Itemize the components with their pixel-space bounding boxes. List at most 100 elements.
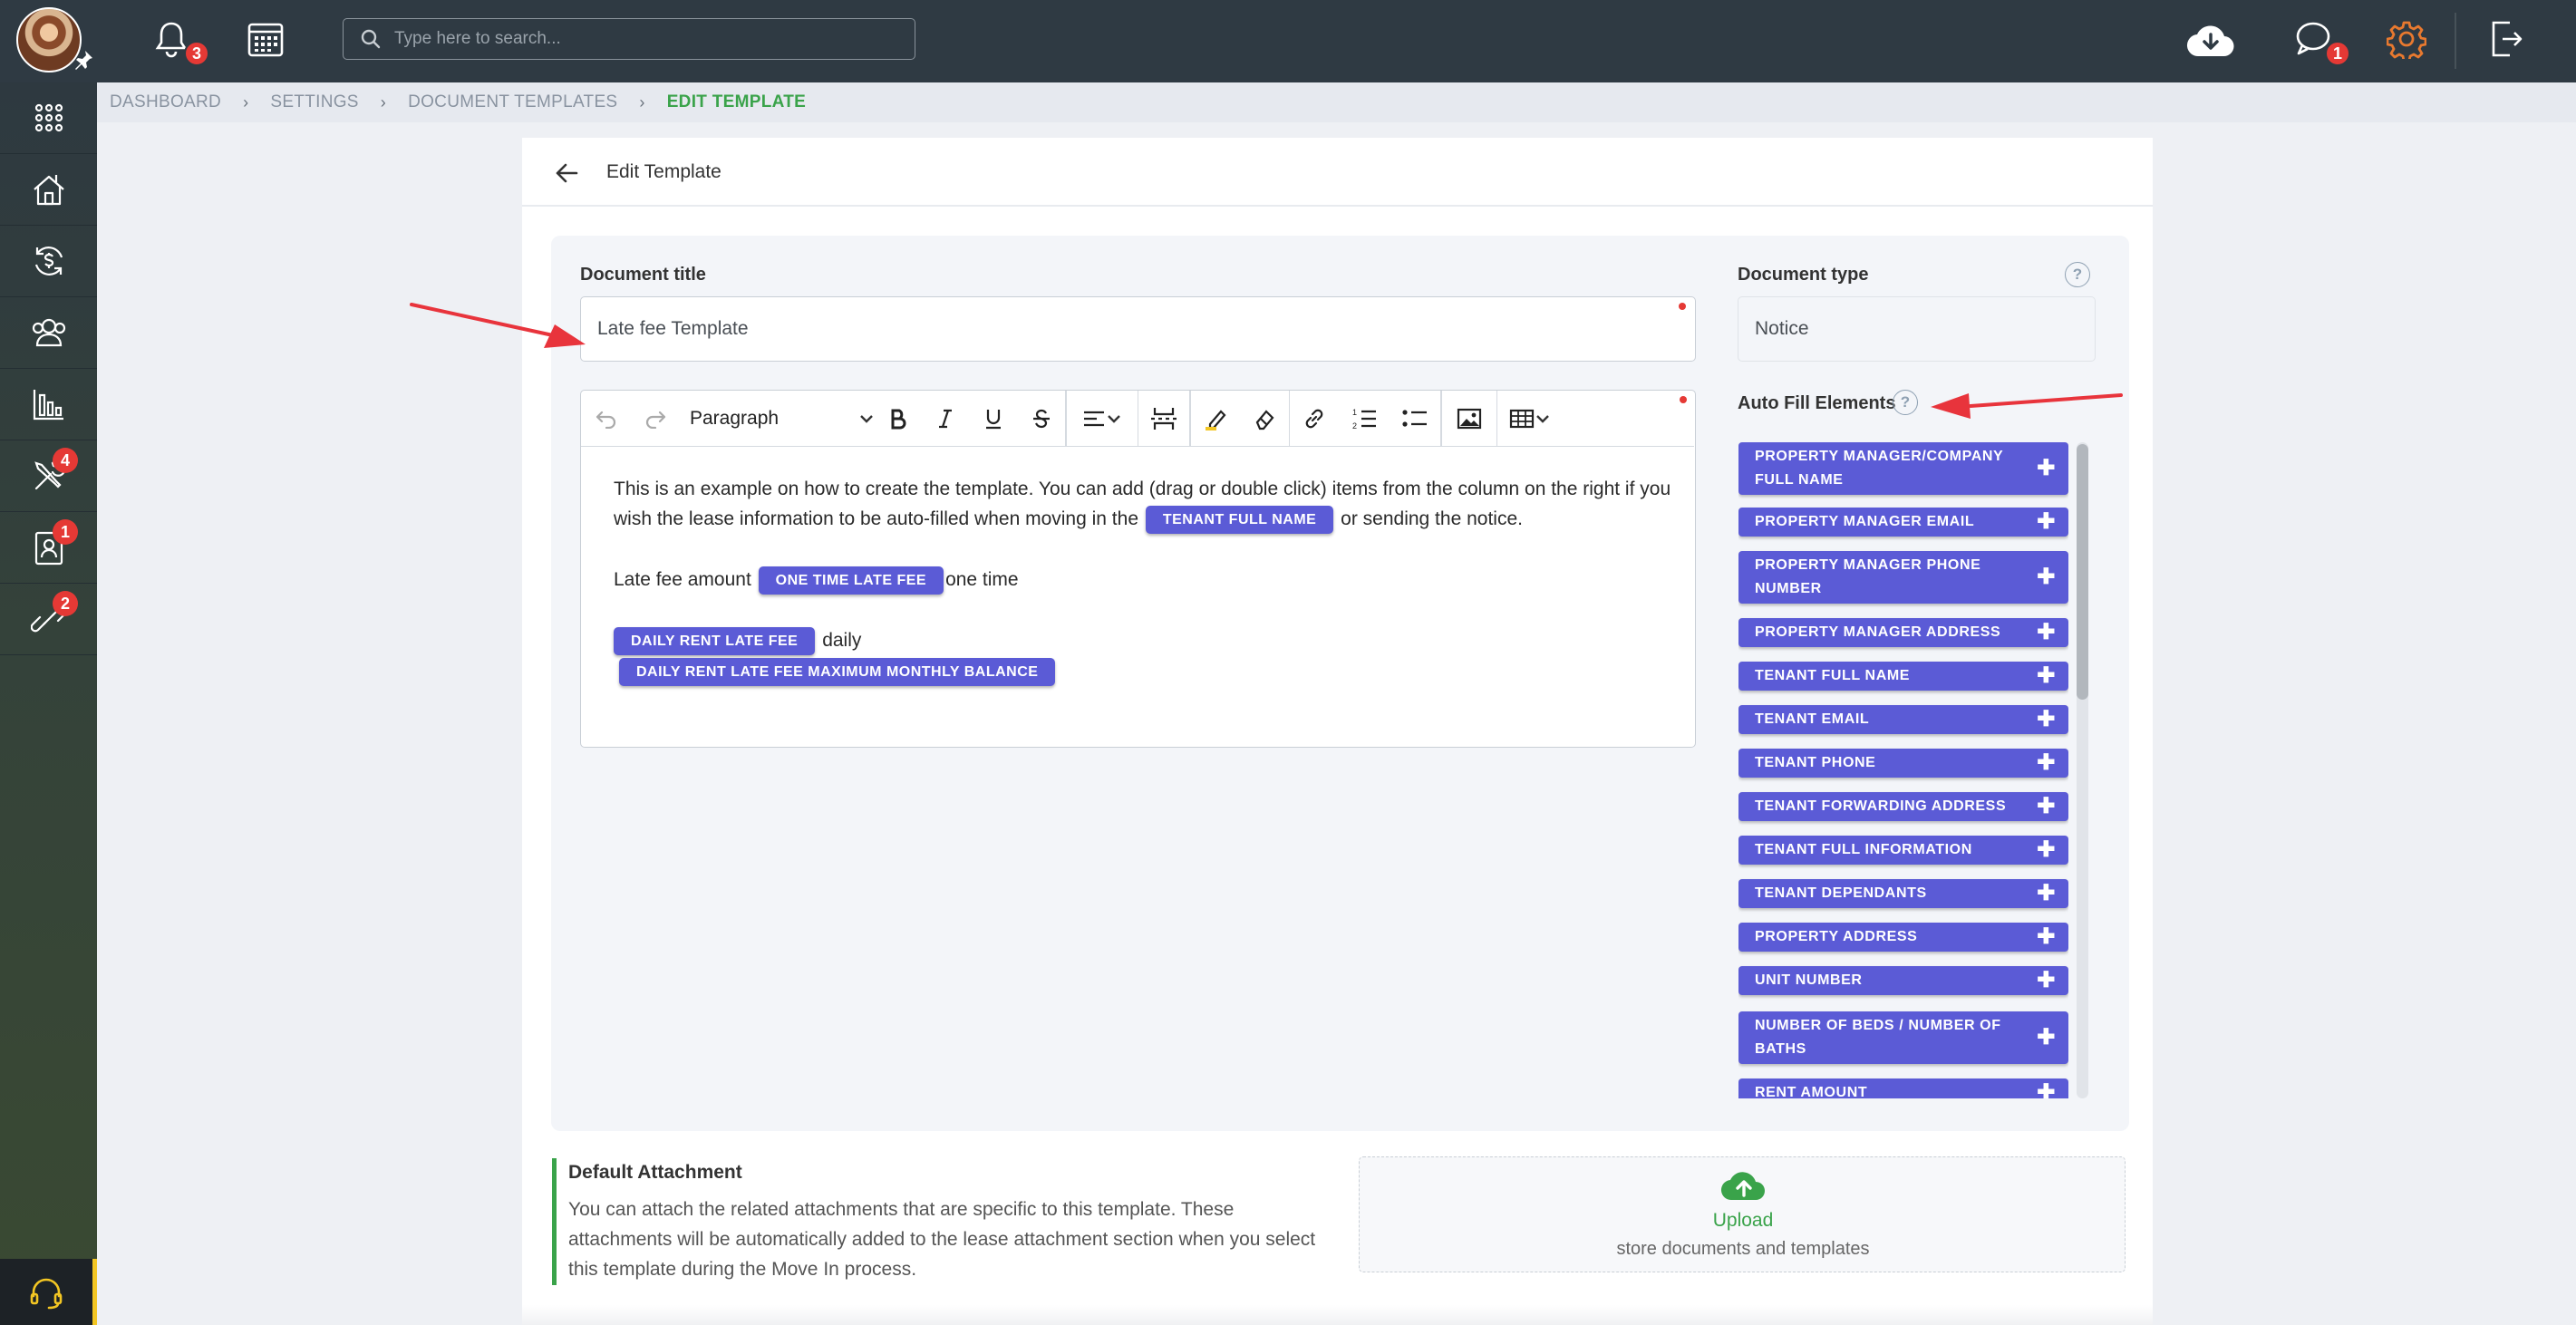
sidebar-item-applicants[interactable]: 1 [0,512,97,584]
search-input[interactable] [394,29,902,49]
sidebar-item-maintenance[interactable]: 4 [0,440,97,512]
sidebar-item-integrations[interactable]: 2 [0,584,97,655]
autofill-scrollbar[interactable] [2077,442,2088,1098]
autofill-element[interactable]: PROPERTY MANAGER/COMPANY FULL NAME ✚ [1738,442,2068,495]
cloud-download-icon[interactable] [2184,18,2237,63]
autofill-element[interactable]: UNIT NUMBER ✚ [1738,966,2068,995]
highlight-icon[interactable] [1191,391,1240,447]
required-indicator [1680,396,1687,403]
document-type-value: Notice [1755,318,1809,339]
autofill-element[interactable]: TENANT DEPENDANTS ✚ [1738,879,2068,908]
breadcrumb-dashboard[interactable]: DASHBOARD [110,92,221,112]
breadcrumb-document-templates[interactable]: DOCUMENT TEMPLATES [408,92,617,112]
editor-paragraph: DAILY RENT LATE FEE daily [614,625,1674,655]
pin-icon[interactable] [73,49,94,71]
italic-icon[interactable] [922,391,969,447]
chevron-down-icon [1107,414,1120,423]
annotation-arrow-icon [410,303,586,348]
drag-move-icon: ✚ [2037,663,2056,688]
autofill-element-label: TENANT EMAIL [1755,711,1870,727]
underline-icon[interactable] [969,391,1018,447]
bold-icon[interactable] [875,391,922,447]
autofill-elements-label: Auto Fill Elements [1738,393,1896,413]
support-button[interactable] [0,1259,97,1325]
align-select[interactable] [1067,391,1138,447]
paragraph-style-value: Paragraph [690,407,780,429]
insert-image-icon[interactable] [1442,391,1496,447]
table-icon [1509,408,1535,430]
scrollbar-thumb[interactable] [2077,444,2088,700]
page-break-icon[interactable] [1138,391,1189,447]
editor-toolbar: Paragraph 1 2 [581,390,1694,447]
rich-text-editor[interactable]: Paragraph 1 2 This is an example on how … [580,390,1696,748]
paragraph-text: Late fee amount [614,569,751,590]
apps-grid-icon [34,102,64,133]
placeholder-chip[interactable]: TENANT FULL NAME [1145,505,1334,534]
placeholder-chip[interactable]: ONE TIME LATE FEE [758,566,944,595]
upload-dropzone[interactable]: Upload store documents and templates [1359,1156,2126,1272]
numbered-list-icon[interactable]: 12 [1339,391,1390,447]
calendar-icon[interactable] [243,16,288,62]
strikethrough-icon[interactable] [1018,391,1065,447]
search-icon [360,28,382,50]
breadcrumb-settings[interactable]: SETTINGS [270,92,358,112]
drag-move-icon: ✚ [2037,794,2056,818]
autofill-element[interactable]: TENANT FORWARDING ADDRESS ✚ [1738,792,2068,821]
autofill-element[interactable]: TENANT PHONE ✚ [1738,749,2068,778]
bullet-list-icon[interactable] [1390,391,1440,447]
required-indicator [1679,303,1686,310]
document-type-field: Notice [1738,296,2096,362]
autofill-element[interactable]: RENT AMOUNT ✚ [1738,1078,2068,1098]
sidebar-item-contacts[interactable] [0,297,97,369]
logout-icon[interactable] [2484,16,2529,62]
drag-move-icon: ✚ [2037,456,2056,480]
autofill-element-label: TENANT FORWARDING ADDRESS [1755,798,2007,814]
autofill-element-label: TENANT FULL NAME [1755,668,1911,683]
link-icon[interactable] [1290,391,1339,447]
undo-icon[interactable] [581,391,632,447]
document-title-input[interactable] [597,318,1585,340]
placeholder-chip[interactable]: DAILY RENT LATE FEE MAXIMUM MONTHLY BALA… [619,657,1056,686]
autofill-element-label: PROPERTY ADDRESS [1755,929,1918,944]
sidebar-item-reports[interactable] [0,369,97,440]
drag-move-icon: ✚ [2037,509,2056,534]
autofill-element[interactable]: PROPERTY ADDRESS ✚ [1738,923,2068,952]
card-bottom-edge [522,1305,2153,1325]
autofill-element-label: TENANT DEPENDANTS [1755,885,1927,901]
editor-paragraph: This is an example on how to create the … [614,474,1674,534]
editor-paragraph: Late fee amount ONE TIME LATE FEE one tim… [614,565,1674,595]
svg-text:2: 2 [1352,421,1357,430]
editor-content[interactable]: This is an example on how to create the … [614,474,1674,686]
redo-icon[interactable] [632,391,679,447]
breadcrumb-bar: DASHBOARD › SETTINGS › DOCUMENT TEMPLATE… [97,82,2576,122]
contacts-icon [30,314,68,351]
back-arrow-icon[interactable] [553,160,580,187]
chevron-right-icon: › [639,92,645,111]
integrations-badge: 2 [53,591,78,616]
autofill-element[interactable]: NUMBER OF BEDS / NUMBER OF BATHS ✚ [1738,1011,2068,1064]
paragraph-style-select[interactable]: Paragraph [679,391,875,447]
autofill-element[interactable]: TENANT EMAIL ✚ [1738,705,2068,734]
breadcrumb: DASHBOARD › SETTINGS › DOCUMENT TEMPLATE… [110,82,806,122]
help-icon[interactable]: ? [1893,390,1918,415]
sidebar-item-properties[interactable] [0,154,97,226]
placeholder-chip[interactable]: DAILY RENT LATE FEE [614,626,816,655]
top-bar: 3 1 [0,0,2576,82]
autofill-element[interactable]: PROPERTY MANAGER EMAIL ✚ [1738,508,2068,537]
autofill-element[interactable]: TENANT FULL NAME ✚ [1738,662,2068,691]
autofill-element[interactable]: PROPERTY MANAGER ADDRESS ✚ [1738,618,2068,647]
document-title-field[interactable] [580,296,1696,362]
autofill-element[interactable]: TENANT FULL INFORMATION ✚ [1738,836,2068,865]
insert-table-select[interactable] [1497,391,1563,447]
align-left-icon [1082,410,1106,428]
upload-subtitle: store documents and templates [1616,1239,1870,1259]
autofill-element[interactable]: PROPERTY MANAGER PHONE NUMBER ✚ [1738,551,2068,604]
settings-gear-icon[interactable] [2384,16,2429,62]
remove-format-icon[interactable] [1240,391,1289,447]
sidebar-item-apps[interactable] [0,82,97,154]
sidebar: 4 1 2 [0,82,97,1325]
help-icon[interactable]: ? [2065,262,2090,287]
search-box[interactable] [343,18,915,60]
sidebar-item-accounting[interactable] [0,226,97,297]
upload-label[interactable]: Upload [1360,1210,2126,1232]
